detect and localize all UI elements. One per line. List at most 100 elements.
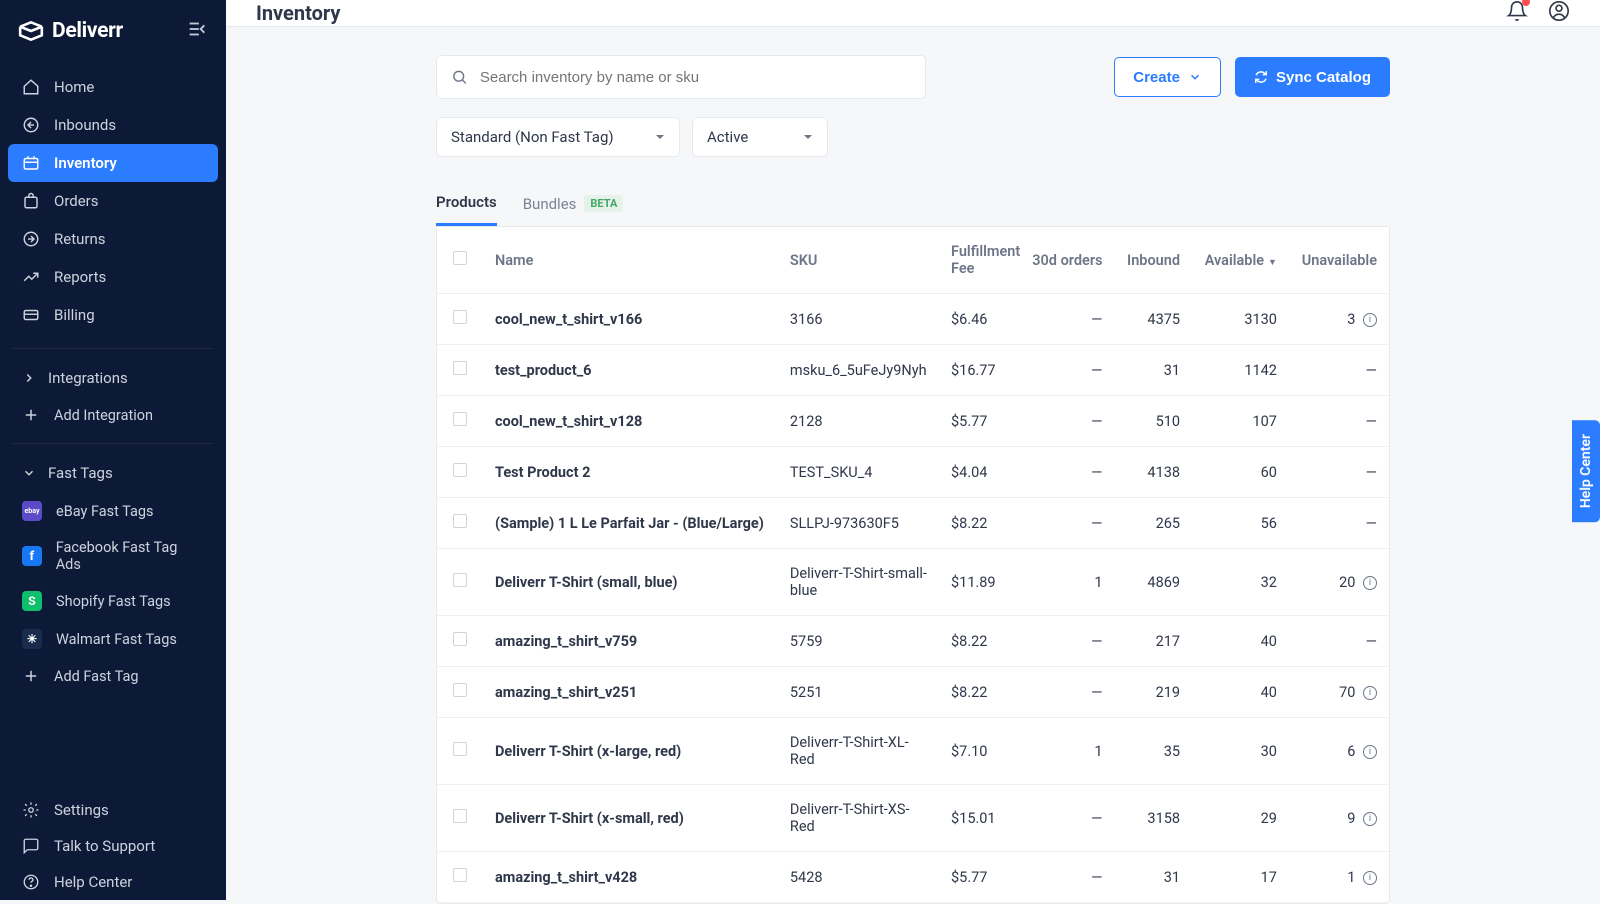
table-row[interactable]: cool_new_t_shirt_v1663166$6.46—437531303… (437, 294, 1389, 345)
row-checkbox[interactable] (453, 742, 467, 756)
sidebar-footer-settings[interactable]: Settings (0, 792, 226, 828)
row-checkbox[interactable] (453, 310, 467, 324)
row-checkbox[interactable] (453, 361, 467, 375)
info-icon[interactable]: i (1363, 745, 1377, 759)
cell-fee: $4.04 (939, 447, 1020, 498)
cell-inbound: 35 (1115, 718, 1193, 785)
sidebar-item-orders[interactable]: Orders (8, 182, 218, 220)
nav-icon (22, 230, 40, 248)
cell-fee: $8.22 (939, 667, 1020, 718)
col-name[interactable]: Name (483, 227, 778, 294)
table-row[interactable]: cool_new_t_shirt_v1282128$5.77—510107— (437, 396, 1389, 447)
cell-name: cool_new_t_shirt_v128 (483, 396, 778, 447)
select-all-checkbox[interactable] (453, 251, 467, 265)
sync-catalog-button[interactable]: Sync Catalog (1235, 57, 1390, 97)
sidebar-integrations-header[interactable]: Integrations (0, 359, 226, 397)
nav-icon (22, 116, 40, 134)
sidebar-add-integration-label: Add Integration (54, 407, 153, 424)
row-checkbox[interactable] (453, 412, 467, 426)
caret-down-icon (655, 132, 665, 142)
account-button[interactable] (1548, 0, 1570, 26)
row-checkbox[interactable] (453, 809, 467, 823)
info-icon[interactable]: i (1363, 812, 1377, 826)
notification-dot (1522, 0, 1530, 6)
sidebar-item-inventory[interactable]: Inventory (8, 144, 218, 182)
tab-products-label: Products (436, 193, 497, 211)
col-30d-orders[interactable]: 30d orders (1020, 227, 1115, 294)
cell-name: Test Product 2 (483, 447, 778, 498)
table-row[interactable]: amazing_t_shirt_v7595759$8.22—21740— (437, 616, 1389, 667)
table-row[interactable]: Deliverr T-Shirt (x-large, red)Deliverr-… (437, 718, 1389, 785)
brand-logo[interactable]: Deliverr (18, 18, 123, 44)
cell-unavailable: — (1289, 345, 1389, 396)
notifications-button[interactable] (1506, 0, 1528, 26)
fast-tag-item[interactable]: SShopify Fast Tags (0, 582, 226, 620)
filter-status-select[interactable]: Active (692, 117, 828, 157)
cell-fee: $16.77 (939, 345, 1020, 396)
row-checkbox[interactable] (453, 868, 467, 882)
create-button-label: Create (1133, 69, 1180, 86)
info-icon[interactable]: i (1363, 871, 1377, 885)
row-checkbox[interactable] (453, 514, 467, 528)
tab-products[interactable]: Products (436, 193, 497, 226)
cell-unavailable: 3 i (1289, 294, 1389, 345)
sidebar-fast-tags-header[interactable]: Fast Tags (0, 454, 226, 492)
info-icon[interactable]: i (1363, 686, 1377, 700)
fast-tag-item[interactable]: fFacebook Fast Tag Ads (0, 530, 226, 582)
cell-inbound: 219 (1115, 667, 1193, 718)
table-row[interactable]: (Sample) 1 L Le Parfait Jar - (Blue/Larg… (437, 498, 1389, 549)
row-checkbox[interactable] (453, 573, 467, 587)
cell-sku: msku_6_5uFeJy9Nyh (778, 345, 939, 396)
inventory-table: Name SKU Fulfillment Fee 30d orders Inbo… (437, 227, 1389, 903)
cell-sku: SLLPJ-973630F5 (778, 498, 939, 549)
col-sku[interactable]: SKU (778, 227, 939, 294)
col-available[interactable]: Available▼ (1192, 227, 1289, 294)
cell-sku: 5759 (778, 616, 939, 667)
filter-tag-select[interactable]: Standard (Non Fast Tag) (436, 117, 680, 157)
sidebar-item-reports[interactable]: Reports (8, 258, 218, 296)
sidebar-item-home[interactable]: Home (8, 68, 218, 106)
cell-30d: — (1020, 785, 1115, 852)
cell-fee: $5.77 (939, 396, 1020, 447)
row-checkbox[interactable] (453, 632, 467, 646)
fast-tag-item[interactable]: ✳Walmart Fast Tags (0, 620, 226, 658)
fast-tag-item[interactable]: ebayeBay Fast Tags (0, 492, 226, 530)
sidebar-footer-talk-to-support[interactable]: Talk to Support (0, 828, 226, 864)
nav-icon (22, 192, 40, 210)
row-checkbox[interactable] (453, 683, 467, 697)
table-row[interactable]: amazing_t_shirt_v2515251$8.22—2194070 i (437, 667, 1389, 718)
sidebar-footer-help-center[interactable]: Help Center (0, 864, 226, 900)
table-row[interactable]: test_product_6msku_6_5uFeJy9Nyh$16.77—31… (437, 345, 1389, 396)
search-input-wrap[interactable] (436, 55, 926, 99)
cell-30d: — (1020, 345, 1115, 396)
col-inbound[interactable]: Inbound (1115, 227, 1193, 294)
table-row[interactable]: Test Product 2TEST_SKU_4$4.04—413860— (437, 447, 1389, 498)
sidebar-integrations-label: Integrations (48, 369, 128, 387)
sidebar-item-billing[interactable]: Billing (8, 296, 218, 334)
cell-fee: $7.10 (939, 718, 1020, 785)
user-circle-icon (1548, 0, 1570, 22)
table-row[interactable]: Deliverr T-Shirt (x-small, red)Deliverr-… (437, 785, 1389, 852)
sidebar-item-inbounds[interactable]: Inbounds (8, 106, 218, 144)
fast-tag-badge: f (22, 546, 42, 566)
cell-sku: 5428 (778, 852, 939, 903)
tab-bundles[interactable]: Bundles BETA (523, 193, 624, 226)
cell-available: 107 (1192, 396, 1289, 447)
col-unavailable[interactable]: Unavailable (1289, 227, 1389, 294)
row-checkbox[interactable] (453, 463, 467, 477)
table-row[interactable]: Deliverr T-Shirt (small, blue)Deliverr-T… (437, 549, 1389, 616)
create-button[interactable]: Create (1114, 57, 1221, 97)
collapse-sidebar-icon[interactable] (186, 18, 208, 44)
info-icon[interactable]: i (1363, 313, 1377, 327)
cell-30d: 1 (1020, 718, 1115, 785)
col-fee[interactable]: Fulfillment Fee (939, 227, 1020, 294)
footer-icon (22, 837, 40, 855)
search-input[interactable] (480, 69, 911, 86)
help-center-tab[interactable]: Help Center (1572, 420, 1600, 522)
sidebar-add-fast-tag[interactable]: Add Fast Tag (0, 658, 226, 694)
info-icon[interactable]: i (1363, 576, 1377, 590)
table-row[interactable]: amazing_t_shirt_v4285428$5.77—31171 i (437, 852, 1389, 903)
sidebar-add-integration[interactable]: Add Integration (0, 397, 226, 433)
sidebar-item-returns[interactable]: Returns (8, 220, 218, 258)
cell-30d: 1 (1020, 549, 1115, 616)
